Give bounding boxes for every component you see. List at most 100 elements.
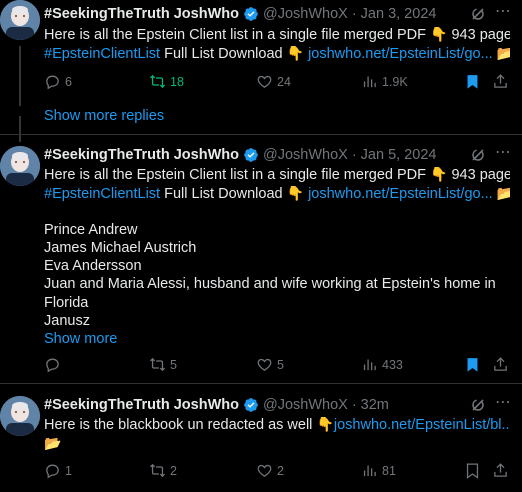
name-line: Prince Andrew [44, 221, 138, 238]
more-options-icon[interactable]: ⋯ [494, 4, 512, 23]
external-link[interactable]: joshwho.net/EpsteinList/go... [308, 186, 493, 202]
folder-emoji: 📂 [496, 185, 510, 202]
share-button[interactable] [492, 73, 513, 90]
repost-button[interactable]: 18 [149, 73, 184, 90]
share-button[interactable] [492, 462, 513, 479]
views-icon [363, 359, 376, 371]
more-options-icon[interactable]: ⋯ [494, 395, 512, 414]
name-line: Eva Andersson [44, 258, 142, 275]
avatar[interactable] [0, 396, 40, 436]
show-more-replies-link[interactable]: Show more replies [44, 108, 164, 124]
grok-icon[interactable] [470, 397, 486, 413]
handle[interactable]: @JoshWhoX [263, 6, 348, 22]
action-bar: 1 2 2 81 [44, 462, 510, 482]
avatar[interactable] [0, 146, 40, 186]
post-text-line: Here is the blackbook un redacted as wel… [44, 417, 317, 433]
timestamp[interactable]: Jan 5, 2024 [361, 147, 437, 163]
repost-icon [149, 74, 166, 89]
bookmark-icon [467, 75, 478, 89]
hashtag-link[interactable]: #EpsteinClientList [44, 46, 160, 62]
handle[interactable]: @JoshWhoX [263, 397, 348, 413]
grok-icon[interactable] [470, 6, 486, 22]
post-header: #SeekingTheTruth JoshWho @JoshWhoX · 32m [44, 396, 522, 414]
separator: · [351, 147, 357, 163]
post-text: Here is all the Epstein Client list in a… [44, 25, 510, 64]
more-options-icon[interactable]: ⋯ [494, 145, 512, 164]
point-down-emoji: 👇 [430, 166, 448, 182]
post-text-tail: 943 pages [451, 167, 510, 183]
repost-button[interactable]: 2 [149, 462, 177, 479]
views-count: 433 [382, 357, 403, 372]
separator: · [351, 6, 357, 22]
display-name[interactable]: #SeekingTheTruth JoshWho [44, 6, 239, 22]
external-link[interactable]: joshwho.net/EpsteinList/go... [308, 46, 493, 62]
point-down-emoji: 👇 [430, 26, 448, 42]
views-button[interactable]: 81 [361, 462, 396, 479]
verified-badge-icon [243, 397, 259, 413]
like-count: 2 [277, 463, 284, 478]
reply-button[interactable] [44, 356, 65, 373]
grok-icon[interactable] [470, 147, 486, 163]
bookmark-button[interactable] [464, 356, 485, 373]
thread-line [19, 116, 21, 142]
share-button[interactable] [492, 356, 513, 373]
post-text-tail: 943 pages [451, 27, 510, 43]
share-icon [494, 357, 507, 371]
reply-icon [46, 464, 59, 479]
bookmark-button[interactable] [464, 73, 485, 90]
name-line: James Michael Austrich [44, 239, 197, 256]
bookmark-button[interactable] [464, 462, 485, 479]
folder-emoji: 📂 [496, 45, 510, 62]
avatar[interactable] [0, 0, 40, 40]
views-count: 81 [382, 463, 396, 478]
share-icon [494, 463, 507, 477]
bookmark-icon [467, 358, 478, 372]
thread-line [19, 46, 21, 106]
reply-icon [46, 358, 59, 373]
timestamp[interactable]: Jan 3, 2024 [361, 6, 437, 22]
post-text-line: Here is all the Epstein Client list in a… [44, 167, 431, 183]
verified-badge-icon [243, 6, 259, 22]
display-name[interactable]: #SeekingTheTruth JoshWho [44, 397, 239, 413]
like-button[interactable]: 2 [256, 462, 284, 479]
display-name[interactable]: #SeekingTheTruth JoshWho [44, 147, 239, 163]
repost-icon [149, 463, 166, 478]
divider [0, 134, 522, 135]
like-icon [257, 464, 272, 477]
name-line: Juan and Maria Alessi, husband and wife … [44, 276, 496, 293]
show-more-link[interactable]: Show more [44, 330, 510, 348]
like-button[interactable]: 5 [256, 356, 284, 373]
verified-badge-icon [243, 147, 259, 163]
repost-button[interactable]: 5 [149, 356, 177, 373]
post-1[interactable]: #SeekingTheTruth JoshWho @JoshWhoX · Jan… [0, 0, 522, 106]
like-count: 24 [277, 74, 291, 89]
post-3[interactable]: #SeekingTheTruth JoshWho @JoshWhoX · 32m… [0, 395, 522, 492]
views-button[interactable]: 1.9K [361, 73, 408, 90]
repost-count: 5 [170, 357, 177, 372]
like-count: 5 [277, 357, 284, 372]
post-2[interactable]: #SeekingTheTruth JoshWho @JoshWhoX · Jan… [0, 116, 522, 376]
share-icon [494, 74, 507, 88]
point-down-emoji: 👇 [316, 416, 334, 432]
post-header: #SeekingTheTruth JoshWho @JoshWhoX · Jan… [44, 146, 522, 164]
reply-count: 6 [65, 74, 72, 89]
like-button[interactable]: 24 [256, 73, 291, 90]
repost-count: 2 [170, 463, 177, 478]
timestamp[interactable]: 32m [361, 397, 389, 413]
action-bar: 6 18 24 1.9K [44, 73, 510, 93]
point-down-emoji: 👇 [286, 45, 305, 62]
bookmark-icon [466, 463, 479, 479]
views-button[interactable]: 433 [361, 356, 403, 373]
reply-button[interactable]: 6 [44, 73, 72, 90]
post-text-mid: Full List Download [160, 186, 287, 203]
post-text: Here is the blackbook un redacted as wel… [44, 415, 510, 454]
handle[interactable]: @JoshWhoX [263, 147, 348, 163]
reply-button[interactable]: 1 [44, 462, 72, 479]
divider [0, 383, 522, 384]
post-text: Here is all the Epstein Client list in a… [44, 165, 510, 349]
separator: · [351, 397, 357, 413]
external-link[interactable]: joshwho.net/EpsteinList/bl... [334, 417, 510, 433]
hashtag-link[interactable]: #EpsteinClientList [44, 186, 160, 202]
post-text-mid: Full List Download [160, 46, 287, 63]
like-icon [257, 75, 272, 88]
